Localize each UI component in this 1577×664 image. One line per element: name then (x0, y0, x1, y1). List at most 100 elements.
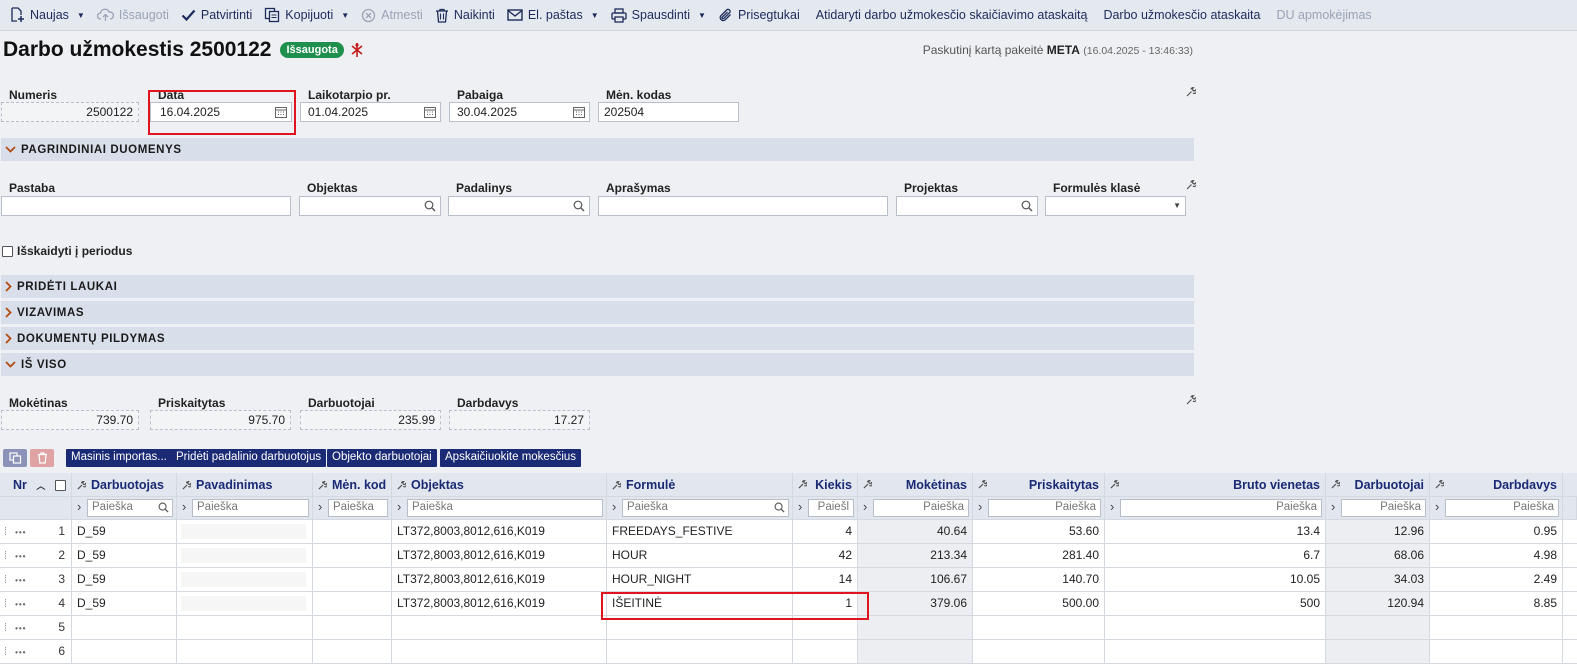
calendar-icon[interactable] (573, 106, 585, 121)
split-period-checkbox[interactable] (2, 245, 13, 257)
cell-employees[interactable]: 34.03 (1326, 568, 1430, 592)
date-field[interactable]: 16.04.2025 (150, 102, 292, 122)
wrench-icon[interactable] (863, 473, 873, 496)
cell-nr[interactable]: ⁞ ••• 3 (0, 568, 72, 592)
cell-payable[interactable]: 40.64 (858, 520, 973, 544)
wrench-icon[interactable] (978, 473, 988, 496)
search-icon[interactable] (573, 200, 585, 215)
cell-month_code[interactable] (313, 592, 392, 616)
calendar-icon[interactable] (424, 106, 436, 121)
wrench-icon[interactable] (1186, 87, 1196, 97)
table-row[interactable]: ⁞ ••• 2 D_59 LT372,8003,8012,616,K019 HOUR 42 2… (0, 544, 1577, 568)
col-header-employees[interactable]: Darbuotojai (1326, 473, 1430, 497)
copy-button[interactable]: Kopijuoti ▼ (259, 0, 356, 31)
search-input-object[interactable]: Paieška (407, 499, 603, 517)
cell-gross_unit[interactable]: 500 (1105, 592, 1326, 616)
confirm-button[interactable]: Patvirtinti (176, 0, 259, 31)
month-code-field[interactable]: 202504 (598, 102, 739, 122)
cell-name[interactable] (177, 616, 313, 640)
cell-formula[interactable]: HOUR_NIGHT (607, 568, 793, 592)
search-icon[interactable] (1021, 200, 1033, 215)
cell-qty[interactable]: 1 (793, 592, 858, 616)
cell-object[interactable] (392, 616, 607, 640)
search-input-month_code[interactable]: Paieška (328, 499, 388, 517)
object-employees-button[interactable]: Objekto darbuotojai (327, 449, 437, 467)
search-input-accrued[interactable]: Paieška (988, 499, 1101, 517)
filter-mode-chevron-icon[interactable]: › (612, 499, 616, 514)
row-menu-icon[interactable]: ••• (15, 528, 26, 537)
filter-mode-chevron-icon[interactable]: › (77, 499, 81, 514)
filter-mode-chevron-icon[interactable]: › (978, 499, 982, 514)
search-input-employee[interactable]: Paieška (87, 499, 173, 517)
wrench-icon[interactable] (1331, 473, 1341, 496)
cell-employees[interactable] (1326, 616, 1430, 640)
filter-mode-chevron-icon[interactable]: › (1110, 499, 1114, 514)
drag-handle-icon[interactable]: ⁞ (4, 526, 7, 538)
cell-employee[interactable]: D_59 (72, 520, 177, 544)
table-row[interactable]: ⁞ ••• 6 (0, 640, 1577, 664)
col-header-month-code[interactable]: Mėn. kod (313, 473, 392, 497)
cell-month_code[interactable] (313, 568, 392, 592)
cell-formula[interactable]: HOUR (607, 544, 793, 568)
cell-gross_unit[interactable]: 13.4 (1105, 520, 1326, 544)
col-header-formula[interactable]: Formulė (607, 473, 793, 497)
cancel-button[interactable]: Atmesti (356, 0, 430, 31)
chevron-down-icon[interactable]: ▼ (591, 11, 599, 20)
search-input-gross_unit[interactable]: Paieška (1120, 499, 1322, 517)
period-end-field[interactable]: 30.04.2025 (449, 102, 590, 122)
wrench-icon[interactable] (1110, 473, 1120, 496)
department-field[interactable] (448, 196, 590, 216)
save-button[interactable]: Išsaugoti (92, 0, 176, 31)
wrench-icon[interactable] (1435, 473, 1445, 496)
cell-name[interactable] (177, 568, 313, 592)
filter-mode-chevron-icon[interactable]: › (863, 499, 867, 514)
cell-gross_unit[interactable] (1105, 640, 1326, 664)
search-input-employees[interactable]: Paieška (1341, 499, 1426, 517)
select-all-checkbox[interactable] (54, 480, 66, 491)
cell-employer[interactable]: 4.98 (1430, 544, 1563, 568)
cell-accrued[interactable] (973, 616, 1105, 640)
cell-payable[interactable] (858, 640, 973, 664)
cell-employee[interactable] (72, 640, 177, 664)
chevron-down-icon[interactable]: ▼ (1173, 201, 1181, 210)
cell-name[interactable] (177, 544, 313, 568)
description-field[interactable] (598, 196, 888, 216)
col-header-gross-unit[interactable]: Bruto vienetas (1105, 473, 1326, 497)
cell-object[interactable]: LT372,8003,8012,616,K019 (392, 544, 607, 568)
cell-nr[interactable]: ⁞ ••• 5 (0, 616, 72, 640)
cell-employee[interactable]: D_59 (72, 544, 177, 568)
cell-accrued[interactable] (973, 640, 1105, 664)
search-icon[interactable] (774, 502, 785, 516)
table-row[interactable]: ⁞ ••• 5 (0, 616, 1577, 640)
cell-employees[interactable] (1326, 640, 1430, 664)
col-header-object[interactable]: Objektas (392, 473, 607, 497)
cell-formula[interactable] (607, 616, 793, 640)
col-header-accrued[interactable]: Priskaitytas (973, 473, 1105, 497)
chevron-down-icon[interactable]: ▼ (341, 11, 349, 20)
wrench-icon[interactable] (798, 473, 808, 496)
drag-handle-icon[interactable]: ⁞ (4, 646, 7, 658)
print-button[interactable]: Spausdinti ▼ (606, 0, 713, 31)
search-input-formula[interactable]: Paieška (622, 499, 789, 517)
cell-payable[interactable]: 379.06 (858, 592, 973, 616)
search-input-name[interactable]: Paieška (192, 499, 309, 517)
cell-gross_unit[interactable]: 6.7 (1105, 544, 1326, 568)
cell-gross_unit[interactable] (1105, 616, 1326, 640)
row-menu-icon[interactable]: ••• (15, 600, 26, 609)
wrench-icon[interactable] (77, 474, 87, 496)
filter-mode-chevron-icon[interactable]: › (1435, 499, 1439, 514)
open-calc-report-button[interactable]: Atidaryti darbo užmokesčio skaičiavimo a… (811, 0, 1095, 31)
cell-employees[interactable]: 12.96 (1326, 520, 1430, 544)
col-header-name[interactable]: Pavadinimas (177, 473, 313, 497)
cell-formula[interactable]: IŠEITINĖ (607, 592, 793, 616)
drag-handle-icon[interactable]: ⁞ (4, 550, 7, 562)
cell-month_code[interactable] (313, 520, 392, 544)
col-header-qty[interactable]: Kiekis (793, 473, 858, 497)
col-header-employer[interactable]: Darbdavys (1430, 473, 1563, 497)
cell-payable[interactable] (858, 616, 973, 640)
cell-accrued[interactable]: 53.60 (973, 520, 1105, 544)
copy-rows-button[interactable] (3, 449, 27, 467)
filter-mode-chevron-icon[interactable]: › (1331, 499, 1335, 514)
sort-asc-icon[interactable]: ︿ (36, 481, 45, 491)
formula-class-select[interactable]: ▼ (1045, 196, 1186, 216)
